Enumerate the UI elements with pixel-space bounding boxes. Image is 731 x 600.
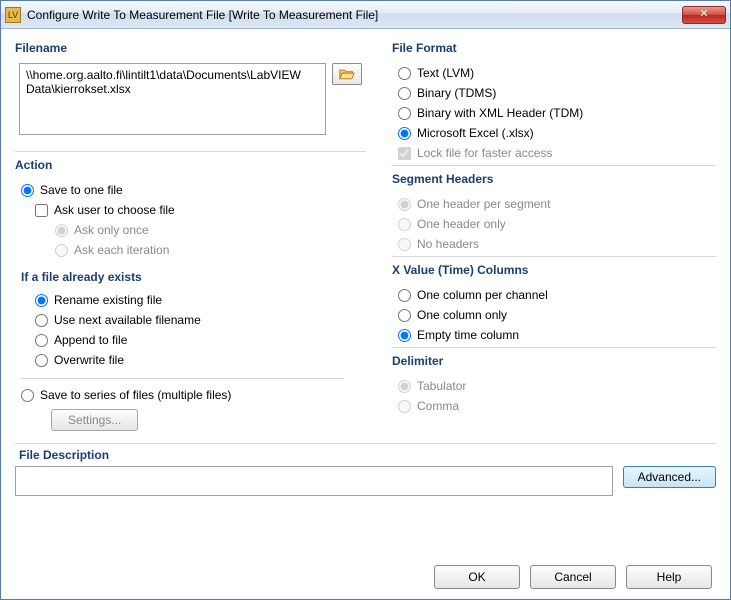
radio-xcol-one-label: One column only xyxy=(417,308,507,322)
delimiter-label: Delimiter xyxy=(392,354,716,368)
radio-next-filename-label: Use next available filename xyxy=(54,313,201,327)
close-button[interactable]: ✕ xyxy=(682,6,726,24)
radio-overwrite-label: Overwrite file xyxy=(54,353,124,367)
radio-xcol-perch-label: One column per channel xyxy=(417,288,548,302)
radio-seg-one-label: One header only xyxy=(417,217,506,231)
check-ask-user-label: Ask user to choose file xyxy=(54,203,175,217)
radio-seg-one: One header only xyxy=(392,214,716,234)
dialog-footer: OK Cancel Help xyxy=(434,565,712,589)
radio-rename-existing[interactable]: Rename existing file xyxy=(15,290,366,310)
radio-delim-comma-input xyxy=(398,400,411,413)
dialog-body: Filename Action Save to one file Ask use… xyxy=(1,29,730,599)
radio-append-input[interactable] xyxy=(35,334,48,347)
radio-format-tdm-label: Binary with XML Header (TDM) xyxy=(417,106,583,120)
action-label: Action xyxy=(15,158,366,172)
advanced-button[interactable]: Advanced... xyxy=(623,466,716,488)
folder-open-icon xyxy=(339,67,355,81)
radio-ask-once-input xyxy=(55,224,68,237)
radio-delim-tab-input xyxy=(398,380,411,393)
titlebar[interactable]: LV Configure Write To Measurement File [… xyxy=(1,1,730,29)
radio-delim-comma-label: Comma xyxy=(417,399,459,413)
file-description-label: File Description xyxy=(19,448,716,462)
browse-button[interactable] xyxy=(332,63,362,85)
radio-format-tdms-label: Binary (TDMS) xyxy=(417,86,496,100)
radio-format-tdm[interactable]: Binary with XML Header (TDM) xyxy=(392,103,716,123)
radio-format-tdms-input[interactable] xyxy=(398,87,411,100)
radio-next-filename-input[interactable] xyxy=(35,314,48,327)
cancel-button[interactable]: Cancel xyxy=(530,565,616,589)
file-description-input[interactable] xyxy=(15,466,613,496)
radio-append[interactable]: Append to file xyxy=(15,330,366,350)
radio-ask-once-label: Ask only once xyxy=(74,223,149,237)
ok-button[interactable]: OK xyxy=(434,565,520,589)
radio-append-label: Append to file xyxy=(54,333,127,347)
radio-seg-none-input xyxy=(398,238,411,251)
help-button[interactable]: Help xyxy=(626,565,712,589)
radio-seg-none-label: No headers xyxy=(417,237,479,251)
radio-save-one-file-label: Save to one file xyxy=(40,183,123,197)
radio-ask-each: Ask each iteration xyxy=(15,240,366,260)
radio-overwrite-input[interactable] xyxy=(35,354,48,367)
filename-label: Filename xyxy=(15,41,366,55)
radio-xcol-perch[interactable]: One column per channel xyxy=(392,285,716,305)
radio-rename-existing-label: Rename existing file xyxy=(54,293,162,307)
radio-xcol-perch-input[interactable] xyxy=(398,289,411,302)
radio-seg-per: One header per segment xyxy=(392,194,716,214)
radio-xcol-empty[interactable]: Empty time column xyxy=(392,325,716,345)
check-ask-user-input[interactable] xyxy=(35,204,48,217)
radio-xcol-one-input[interactable] xyxy=(398,309,411,322)
radio-format-lvm-input[interactable] xyxy=(398,67,411,80)
radio-format-xlsx-input[interactable] xyxy=(398,127,411,140)
file-format-label: File Format xyxy=(392,41,716,55)
radio-ask-each-input xyxy=(55,244,68,257)
radio-xcol-one[interactable]: One column only xyxy=(392,305,716,325)
radio-delim-tab-label: Tabulator xyxy=(417,379,466,393)
dialog-window: LV Configure Write To Measurement File [… xyxy=(0,0,731,600)
radio-ask-each-label: Ask each iteration xyxy=(74,243,169,257)
radio-format-lvm[interactable]: Text (LVM) xyxy=(392,63,716,83)
radio-seg-one-input xyxy=(398,218,411,231)
check-lock-file-input xyxy=(398,147,411,160)
radio-next-filename[interactable]: Use next available filename xyxy=(15,310,366,330)
radio-save-one-file-input[interactable] xyxy=(21,184,34,197)
exists-label: If a file already exists xyxy=(21,270,366,284)
radio-delim-comma: Comma xyxy=(392,396,716,416)
check-lock-file: Lock file for faster access xyxy=(392,143,716,163)
check-ask-user[interactable]: Ask user to choose file xyxy=(15,200,366,220)
xvalue-label: X Value (Time) Columns xyxy=(392,263,716,277)
settings-button: Settings... xyxy=(51,409,138,431)
radio-xcol-empty-input[interactable] xyxy=(398,329,411,342)
segment-headers-label: Segment Headers xyxy=(392,172,716,186)
radio-xcol-empty-label: Empty time column xyxy=(417,328,519,342)
radio-seg-per-input xyxy=(398,198,411,211)
radio-seg-none: No headers xyxy=(392,234,716,254)
window-title: Configure Write To Measurement File [Wri… xyxy=(27,8,682,22)
app-icon: LV xyxy=(5,7,21,23)
radio-format-xlsx-label: Microsoft Excel (.xlsx) xyxy=(417,126,534,140)
radio-save-one-file[interactable]: Save to one file xyxy=(15,180,366,200)
radio-format-lvm-label: Text (LVM) xyxy=(417,66,474,80)
radio-save-series-input[interactable] xyxy=(21,389,34,402)
radio-format-tdms[interactable]: Binary (TDMS) xyxy=(392,83,716,103)
radio-seg-per-label: One header per segment xyxy=(417,197,550,211)
radio-save-series[interactable]: Save to series of files (multiple files) xyxy=(15,385,366,405)
radio-rename-existing-input[interactable] xyxy=(35,294,48,307)
radio-delim-tab: Tabulator xyxy=(392,376,716,396)
radio-overwrite[interactable]: Overwrite file xyxy=(15,350,366,370)
check-lock-file-label: Lock file for faster access xyxy=(417,146,552,160)
radio-format-xlsx[interactable]: Microsoft Excel (.xlsx) xyxy=(392,123,716,143)
radio-format-tdm-input[interactable] xyxy=(398,107,411,120)
radio-save-series-label: Save to series of files (multiple files) xyxy=(40,388,231,402)
filename-input[interactable] xyxy=(19,63,326,135)
radio-ask-once: Ask only once xyxy=(15,220,366,240)
